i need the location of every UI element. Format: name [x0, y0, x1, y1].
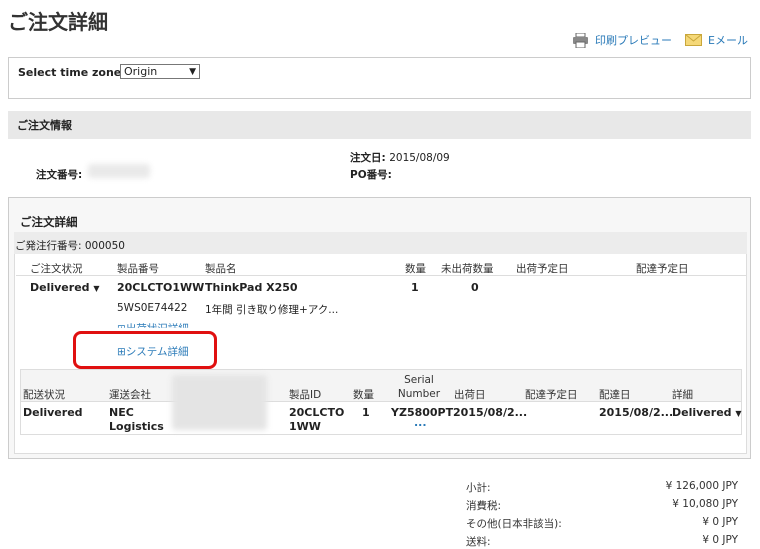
tracking-redacted — [172, 375, 267, 430]
header-divider — [16, 275, 746, 276]
ship-col-status: 配送状況 — [23, 389, 65, 401]
sub-product-name: 1年間 引き取り修理+アク... — [205, 304, 339, 316]
other-value: ¥ 0 JPY — [702, 516, 738, 528]
ship-col-ship-date: 出荷日 — [454, 389, 486, 401]
po-number-label: PO番号: — [350, 169, 392, 181]
order-status-dropdown[interactable]: Delivered ▼ — [30, 281, 100, 294]
order-number-label: 注文番号: — [36, 169, 83, 181]
ship-col-delivery-date: 配達日 — [599, 389, 631, 401]
col-product-name: 製品名 — [205, 263, 237, 275]
ship-col-expected-date: 配達予定日 — [525, 389, 578, 401]
ship-col-detail: 詳細 — [672, 389, 693, 401]
col-quantity: 数量 — [405, 263, 426, 275]
col-unshipped: 未出荷数量 — [441, 263, 494, 275]
chevron-down-icon: ▼ — [189, 67, 196, 77]
ship-carrier-line2: Logistics — [109, 420, 164, 433]
col-order-status: ご注文状況 — [30, 263, 83, 275]
order-info-header — [8, 111, 751, 139]
product-name: ThinkPad X250 — [205, 281, 298, 294]
caret-down-icon: ▼ — [93, 284, 100, 293]
shipping-value: ¥ 0 JPY — [702, 534, 738, 546]
order-date: 注文日: 2015/08/09 — [350, 150, 450, 165]
order-number-redacted — [88, 164, 150, 178]
subtotal-label: 小計: — [466, 482, 491, 494]
ship-product-id-line1: 20CLCTO — [289, 406, 345, 419]
callout-highlight — [73, 331, 217, 369]
order-info-title: ご注文情報 — [17, 119, 72, 132]
col-ship-date: 出荷予定日 — [516, 263, 569, 275]
order-date-value: 2015/08/09 — [389, 152, 450, 164]
tax-label: 消費税: — [466, 500, 502, 512]
timezone-selected-value: Origin — [124, 65, 158, 78]
col-delivery-date: 配達予定日 — [636, 263, 689, 275]
other-label: その他(日本非該当): — [466, 518, 562, 530]
printer-icon — [573, 32, 588, 48]
tax-value: ¥ 10,080 JPY — [672, 498, 738, 510]
ship-status: Delivered — [23, 406, 83, 419]
ship-quantity: 1 — [362, 406, 370, 419]
ship-detail-value: Delivered — [672, 406, 732, 419]
order-date-label: 注文日: — [350, 152, 386, 164]
order-status-value: Delivered — [30, 281, 90, 294]
ship-carrier-line1: NEC — [109, 406, 134, 419]
serial-more-link[interactable]: ... — [414, 416, 427, 429]
print-preview-link[interactable]: 印刷プレビュー — [572, 32, 672, 48]
order-detail-title: ご注文詳細 — [20, 215, 78, 229]
timezone-label: Select time zone: — [18, 66, 126, 79]
timezone-select[interactable]: Origin ▼ — [120, 64, 200, 79]
unshipped-quantity: 0 — [471, 281, 479, 294]
ship-detail-dropdown[interactable]: Delivered ▼ — [672, 406, 742, 419]
ship-product-id-line2: 1WW — [289, 420, 321, 433]
email-link[interactable]: Eメール — [685, 32, 748, 48]
page-title: ご注文詳細 — [8, 10, 108, 34]
ship-col-serial: Serial Number — [397, 374, 441, 400]
po-issue-number: ご発注行番号: 000050 — [15, 240, 125, 252]
envelope-icon — [685, 34, 702, 46]
ship-col-product-id: 製品ID — [289, 389, 322, 401]
caret-down-icon: ▼ — [735, 409, 742, 418]
ship-col-carrier: 運送会社 — [109, 389, 151, 401]
ship-col-quantity: 数量 — [353, 389, 374, 401]
subtotal-value: ¥ 126,000 JPY — [665, 480, 738, 492]
print-preview-label: 印刷プレビュー — [595, 34, 672, 47]
sub-product-number: 5WS0E74422 — [117, 302, 188, 314]
ship-delivery-date: 2015/08/2... — [599, 406, 674, 419]
product-number: 20CLCTO1WW — [117, 281, 205, 294]
email-label: Eメール — [708, 34, 748, 47]
col-product-number: 製品番号 — [117, 263, 159, 275]
quantity: 1 — [411, 281, 419, 294]
ship-ship-date: 2015/08/2... — [453, 406, 528, 419]
